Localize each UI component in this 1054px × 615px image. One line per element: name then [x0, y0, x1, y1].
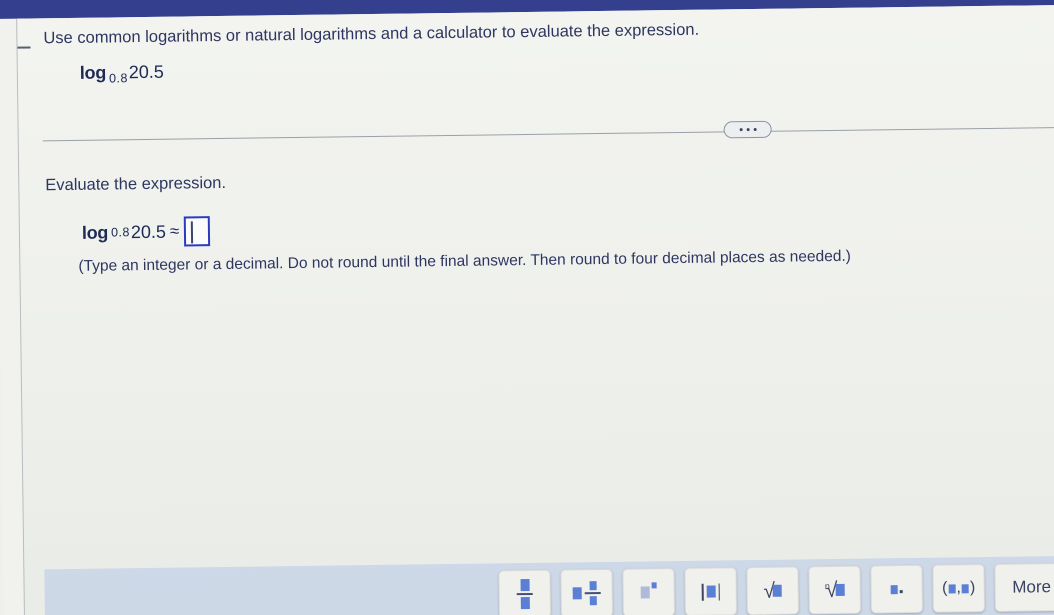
ellipsis-expand-icon[interactable] — [723, 120, 772, 139]
question-log-argument: 20.5 — [128, 61, 165, 83]
more-button-label: More — [1012, 577, 1052, 597]
exponent-button[interactable] — [622, 568, 676, 615]
more-button[interactable]: More — [994, 562, 1054, 612]
answer-prompt: Evaluate the expression. — [45, 173, 227, 195]
mixed-number-button[interactable] — [560, 568, 614, 615]
absolute-value-button[interactable] — [684, 567, 738, 615]
ellipsis-dot-3 — [753, 127, 757, 132]
screenshot-root: Part 1 of 1 Use common logarithms or nat… — [0, 0, 1054, 615]
subscript-button[interactable] — [870, 564, 923, 614]
section-divider — [42, 126, 1054, 142]
absolute-value-icon — [701, 583, 720, 601]
approx-symbol: ≈ — [169, 221, 180, 241]
ellipsis-dot-2 — [746, 128, 750, 132]
question-stem: Use common logarithms or natural logarit… — [43, 20, 700, 48]
ordered-pair-button[interactable]: (,) — [932, 564, 985, 613]
question-expression: log 0.820.5 — [80, 62, 164, 86]
answer-input[interactable] — [184, 216, 211, 247]
math-palette: √ n √ (,) More — [498, 562, 1054, 615]
answer-log-label: log — [81, 221, 109, 243]
fraction-button[interactable] — [498, 569, 552, 615]
nth-root-icon: n √ — [825, 578, 845, 602]
answer-equation: log 0.8 20.5 ≈ — [82, 216, 211, 248]
answer-log-base: 0.8 — [110, 225, 131, 240]
collapse-dash-icon — [17, 46, 31, 49]
ellipsis-dot-1 — [739, 128, 743, 132]
answer-note: (Type an integer or a decimal. Do not ro… — [78, 247, 852, 275]
page-body: Use common logarithms or natural logarit… — [0, 4, 1054, 615]
question-log-base: 0.8 — [108, 71, 129, 86]
subscript-icon — [890, 584, 903, 594]
question-log-label: log — [79, 62, 107, 83]
exponent-icon — [640, 582, 657, 599]
square-root-icon: √ — [763, 579, 783, 602]
fraction-icon — [516, 579, 533, 609]
nth-root-button[interactable]: n √ — [808, 565, 862, 615]
skew-wrapper: Part 1 of 1 Use common logarithms or nat… — [0, 0, 1054, 615]
square-root-button[interactable]: √ — [746, 566, 800, 615]
answer-log-argument: 20.5 — [130, 221, 167, 242]
mixed-number-icon — [572, 581, 601, 605]
ordered-pair-icon: (,) — [942, 579, 976, 597]
question-frame: Use common logarithms or natural logarit… — [16, 4, 1054, 615]
